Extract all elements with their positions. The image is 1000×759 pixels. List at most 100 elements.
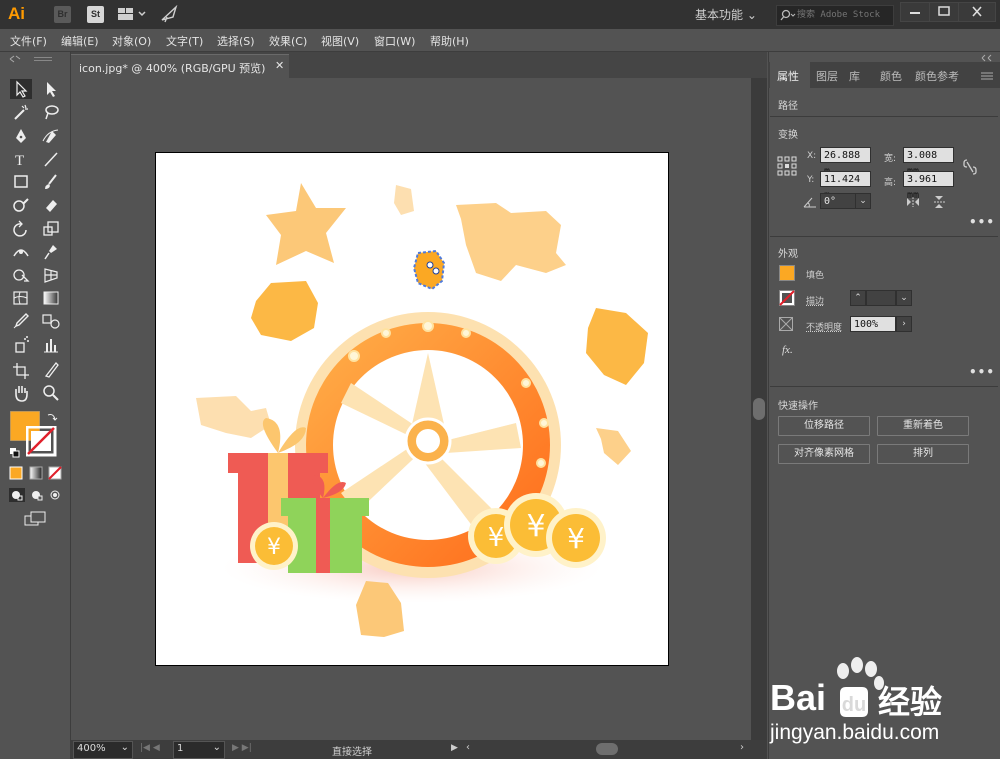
opacity-dropdown[interactable]: › <box>896 316 912 332</box>
menu-file[interactable]: 文件(F) <box>10 33 47 49</box>
artboard-number-dropdown[interactable]: 1 ⌄ <box>173 741 225 759</box>
mesh-tool-icon[interactable] <box>10 288 32 308</box>
menu-window[interactable]: 窗口(W) <box>374 33 415 49</box>
zoom-level-dropdown[interactable]: 400% ⌄ <box>73 741 133 759</box>
horizontal-scroll-thumb[interactable] <box>596 743 618 755</box>
height-field[interactable]: 3.961 mm <box>903 171 954 201</box>
artboard[interactable]: ¥ ¥ ¥ ¥ <box>155 152 669 666</box>
tab-color[interactable]: 颜色 <box>880 68 902 84</box>
lasso-tool-icon[interactable] <box>40 102 62 122</box>
first-artboard-icon[interactable]: |◀ ◀ <box>140 743 160 753</box>
selection-tool-icon[interactable] <box>10 79 32 99</box>
maximize-button[interactable] <box>929 2 959 22</box>
direct-selection-tool-icon[interactable] <box>40 79 62 99</box>
panel-menu-icon[interactable] <box>980 71 994 81</box>
tab-properties[interactable]: 属性 <box>777 68 799 84</box>
hand-tool-icon[interactable] <box>10 383 32 403</box>
draw-inside-icon[interactable] <box>48 488 64 505</box>
selected-path[interactable] <box>412 249 446 291</box>
slice-tool-icon[interactable] <box>40 360 62 380</box>
stroke-weight-dropdown[interactable]: ⌄ <box>896 290 912 306</box>
flip-vertical-icon[interactable] <box>933 195 947 209</box>
transform-more-options[interactable]: ••• <box>969 215 995 229</box>
fill-color-swatch[interactable] <box>779 265 795 281</box>
x-position-field[interactable]: 26.888 m <box>820 147 871 177</box>
status-menu-icon[interactable]: ▶ <box>451 743 458 753</box>
paintbrush-tool-icon[interactable] <box>40 172 62 192</box>
symbol-sprayer-tool-icon[interactable] <box>10 335 32 355</box>
type-tool-icon[interactable]: T <box>10 149 32 169</box>
default-fill-stroke-icon[interactable] <box>9 447 21 462</box>
reference-point-icon[interactable] <box>777 156 797 176</box>
pen-tool-icon[interactable] <box>10 126 32 146</box>
draw-normal-icon[interactable] <box>9 488 25 505</box>
menu-type[interactable]: 文字(T) <box>166 33 203 49</box>
opacity-field[interactable]: 100% <box>850 316 896 332</box>
tab-color-guide[interactable]: 颜色参考 <box>915 68 959 84</box>
last-artboard-icon[interactable]: ▶ ▶| <box>232 743 252 753</box>
stock-search-input[interactable] <box>797 8 889 22</box>
zoom-tool-icon[interactable] <box>40 383 62 403</box>
width-tool-icon[interactable] <box>10 242 32 262</box>
arrange-button[interactable]: 排列 <box>877 444 969 464</box>
gradient-mode-icon[interactable] <box>29 466 43 483</box>
menu-effect[interactable]: 效果(C) <box>269 33 307 49</box>
menu-object[interactable]: 对象(O) <box>112 33 151 49</box>
menu-select[interactable]: 选择(S) <box>217 33 255 49</box>
stock-search[interactable] <box>776 5 894 26</box>
tab-layers[interactable]: 图层 <box>816 68 838 84</box>
scroll-left-icon[interactable]: ‹ <box>466 742 470 753</box>
artwork-illustration[interactable]: ¥ ¥ ¥ ¥ <box>156 153 668 665</box>
bridge-button[interactable]: Br <box>54 6 71 23</box>
appearance-more-options[interactable]: ••• <box>969 365 995 379</box>
offset-path-button[interactable]: 位移路径 <box>778 416 870 436</box>
stroke-swatch[interactable] <box>25 425 58 458</box>
rotate-tool-icon[interactable] <box>10 219 32 239</box>
shaper-tool-icon[interactable] <box>10 195 32 215</box>
stroke-weight-field[interactable] <box>866 290 896 306</box>
rotate-angle-dropdown[interactable]: ⌄ <box>855 193 871 209</box>
rotate-angle-field[interactable]: 0° <box>820 193 856 209</box>
perspective-grid-tool-icon[interactable] <box>40 265 62 285</box>
stroke-label[interactable]: 描边 <box>806 294 824 307</box>
curvature-tool-icon[interactable] <box>40 126 62 146</box>
close-window-button[interactable] <box>958 2 996 22</box>
artboard-tool-icon[interactable] <box>10 360 32 380</box>
gradient-tool-icon[interactable] <box>40 288 62 308</box>
eraser-tool-icon[interactable] <box>40 195 62 215</box>
width-field[interactable]: 3.008 mm <box>903 147 954 177</box>
close-tab-icon[interactable]: ✕ <box>275 59 284 72</box>
workspace-switcher[interactable]: 基本功能 ⌄ <box>695 6 757 23</box>
color-mode-icon[interactable] <box>9 466 23 483</box>
vertical-scroll-thumb[interactable] <box>753 398 765 420</box>
menu-edit[interactable]: 编辑(E) <box>61 33 99 49</box>
menu-view[interactable]: 视图(V) <box>321 33 359 49</box>
gpu-performance-icon[interactable] <box>160 4 180 26</box>
draw-behind-icon[interactable] <box>29 488 45 505</box>
y-position-field[interactable]: 11.424 m <box>820 171 871 201</box>
panel-grip-icon[interactable] <box>8 54 64 64</box>
scroll-right-icon[interactable]: › <box>740 742 744 753</box>
eyedropper-tool-icon[interactable] <box>10 311 32 331</box>
puppet-warp-tool-icon[interactable] <box>40 242 62 262</box>
current-tool-status[interactable]: 直接选择 <box>332 743 372 758</box>
swap-fill-stroke-icon[interactable] <box>46 411 58 426</box>
arrange-documents-icon[interactable] <box>118 7 150 24</box>
blend-tool-icon[interactable] <box>40 311 62 331</box>
minimize-button[interactable] <box>900 2 930 22</box>
stroke-color-swatch[interactable] <box>779 290 795 306</box>
opacity-label[interactable]: 不透明度 <box>806 320 842 333</box>
stroke-weight-stepper[interactable]: ⌃ <box>850 290 866 306</box>
shape-builder-tool-icon[interactable] <box>10 265 32 285</box>
menu-help[interactable]: 帮助(H) <box>430 33 469 49</box>
constrain-proportions-icon[interactable] <box>963 158 977 176</box>
magic-wand-tool-icon[interactable] <box>10 102 32 122</box>
column-graph-tool-icon[interactable] <box>40 335 62 355</box>
align-pixel-grid-button[interactable]: 对齐像素网格 <box>778 444 870 464</box>
effects-fx-button[interactable]: fx. <box>782 344 793 356</box>
rectangle-tool-icon[interactable] <box>10 172 32 192</box>
tab-libraries[interactable]: 库 <box>849 68 860 84</box>
document-tab[interactable]: icon.jpg* @ 400% (RGB/GPU 预览) ✕ <box>71 54 289 79</box>
panel-collapse-icon[interactable] <box>980 54 994 62</box>
stock-button[interactable]: St <box>87 6 104 23</box>
